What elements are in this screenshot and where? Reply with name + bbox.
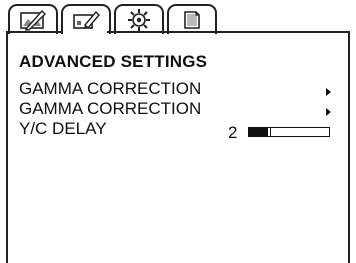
- menu-item-gamma-correction-2[interactable]: GAMMA CORRECTION: [19, 99, 201, 119]
- yc-delay-slider[interactable]: [248, 127, 330, 137]
- image-edit-icon: [73, 10, 100, 30]
- submenu-arrow-icon: [326, 88, 331, 96]
- gear-icon: [128, 9, 150, 31]
- page-icon: [184, 11, 200, 29]
- menu-item-gamma-correction-1[interactable]: GAMMA CORRECTION: [19, 79, 201, 99]
- picture-pen-icon: [20, 9, 46, 31]
- tab-picture[interactable]: [8, 4, 58, 34]
- submenu-arrow-icon: [326, 108, 331, 116]
- tab-baseline: [107, 31, 350, 33]
- yc-delay-value: 2: [228, 123, 238, 142]
- slider-handle[interactable]: [267, 128, 271, 136]
- tab-info[interactable]: [167, 4, 217, 34]
- slider-fill: [249, 128, 269, 136]
- tab-bar: [6, 4, 350, 34]
- tab-advanced[interactable]: [61, 4, 111, 34]
- tab-baseline: [6, 31, 61, 33]
- menu-title: ADVANCED SETTINGS: [19, 52, 208, 71]
- tab-setup[interactable]: [114, 4, 164, 34]
- menu-item-yc-delay[interactable]: Y/C DELAY: [19, 119, 107, 139]
